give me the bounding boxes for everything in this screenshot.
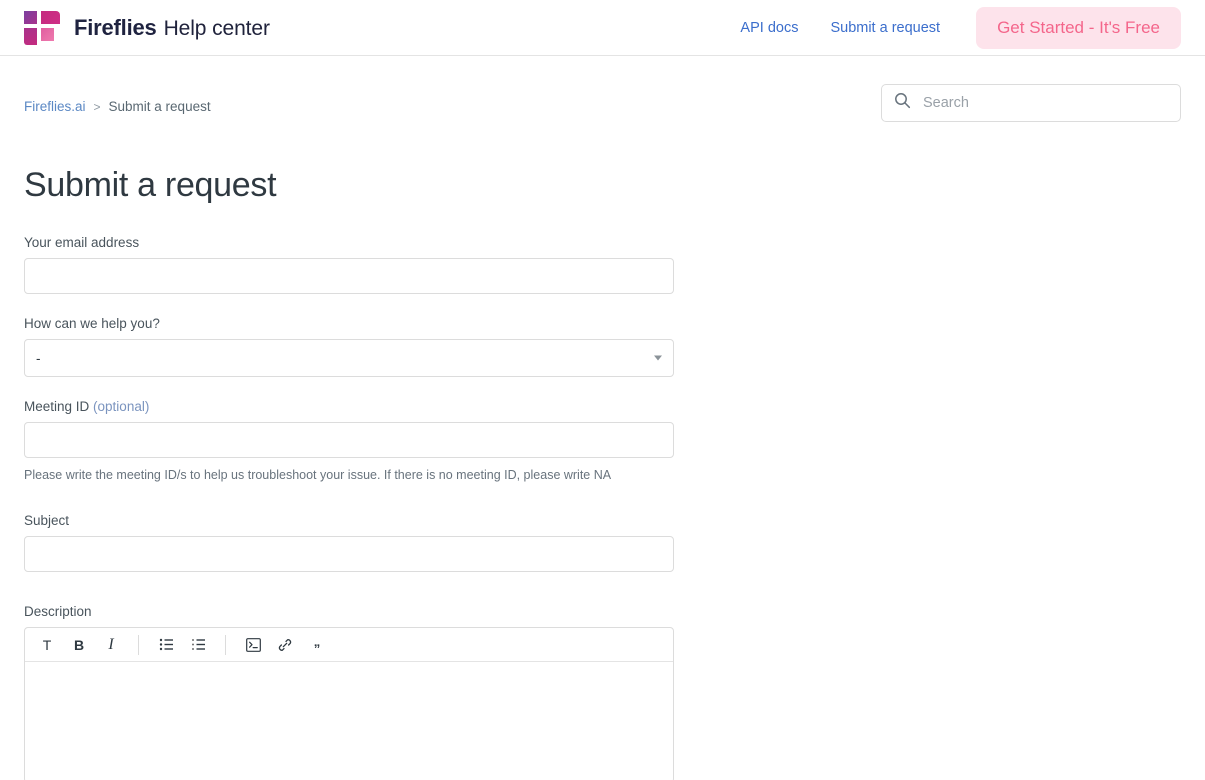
brand-logo-link[interactable]: Fireflies Help center — [24, 10, 270, 45]
meeting-id-label-text: Meeting ID — [24, 399, 90, 414]
text-style-icon[interactable]: T — [32, 630, 62, 660]
bold-icon[interactable]: B — [64, 630, 94, 660]
submit-request-form: Your email address How can we help you? … — [24, 235, 674, 780]
breadcrumb: Fireflies.ai > Submit a request — [24, 84, 211, 114]
brand-title-group: Fireflies Help center — [74, 15, 270, 41]
description-textarea[interactable] — [25, 662, 673, 780]
bulleted-list-icon[interactable] — [151, 630, 181, 660]
sub-bar: Fireflies.ai > Submit a request — [24, 56, 1181, 122]
description-editor: T B I „ — [24, 627, 674, 780]
search-icon — [894, 92, 911, 114]
email-label: Your email address — [24, 235, 140, 250]
editor-toolbar: T B I „ — [25, 628, 673, 663]
subject-field[interactable] — [24, 536, 674, 573]
italic-icon[interactable]: I — [96, 630, 126, 660]
nav-link-submit-a-request[interactable]: Submit a request — [814, 20, 956, 36]
chevron-down-icon — [654, 355, 662, 361]
nav-link-api-docs[interactable]: API docs — [724, 20, 814, 36]
breadcrumb-link-home[interactable]: Fireflies.ai — [24, 99, 86, 114]
meeting-id-label: Meeting ID (optional) — [24, 399, 674, 414]
link-icon[interactable] — [270, 630, 300, 660]
header-nav: API docs Submit a request Get Started - … — [724, 6, 1181, 49]
description-label: Description — [24, 604, 92, 620]
meeting-id-hint: Please write the meeting ID/s to help us… — [24, 468, 612, 482]
code-block-icon[interactable] — [238, 630, 268, 660]
fireflies-logo-icon — [24, 10, 60, 45]
field-subject: Subject — [24, 513, 674, 573]
page-title: Submit a request — [24, 166, 277, 204]
page-container: Fireflies.ai > Submit a request Submit a… — [0, 56, 1205, 780]
help-topic-select[interactable]: - — [24, 339, 674, 377]
field-email: Your email address — [24, 235, 674, 294]
search-box[interactable] — [881, 84, 1181, 122]
search-input[interactable] — [921, 94, 1168, 112]
field-meeting-id: Meeting ID (optional) Please write the m… — [24, 399, 674, 483]
blockquote-glyph: „ — [313, 634, 321, 650]
blockquote-icon[interactable]: „ — [302, 630, 332, 660]
breadcrumb-separator: > — [93, 99, 101, 114]
toolbar-divider — [225, 634, 226, 655]
breadcrumb-current: Submit a request — [108, 99, 211, 114]
help-topic-selected-value: - — [36, 350, 41, 366]
subject-label: Subject — [24, 513, 70, 529]
meeting-id-field[interactable] — [24, 422, 674, 458]
field-help-topic: How can we help you? - — [24, 316, 674, 377]
site-header: Fireflies Help center API docs Submit a r… — [0, 0, 1205, 56]
field-description: Description T B I „ — [24, 604, 674, 780]
toolbar-divider — [138, 634, 139, 655]
email-field[interactable] — [24, 258, 674, 294]
help-topic-select-wrap: - — [24, 339, 674, 377]
search-container — [881, 84, 1181, 122]
brand-name: Fireflies — [74, 14, 157, 40]
numbered-list-icon[interactable] — [183, 630, 213, 660]
meeting-id-optional-tag: (optional) — [93, 399, 150, 414]
get-started-button[interactable]: Get Started - It's Free — [976, 6, 1181, 49]
brand-subtitle: Help center — [163, 16, 270, 40]
help-topic-label: How can we help you? — [24, 316, 160, 331]
